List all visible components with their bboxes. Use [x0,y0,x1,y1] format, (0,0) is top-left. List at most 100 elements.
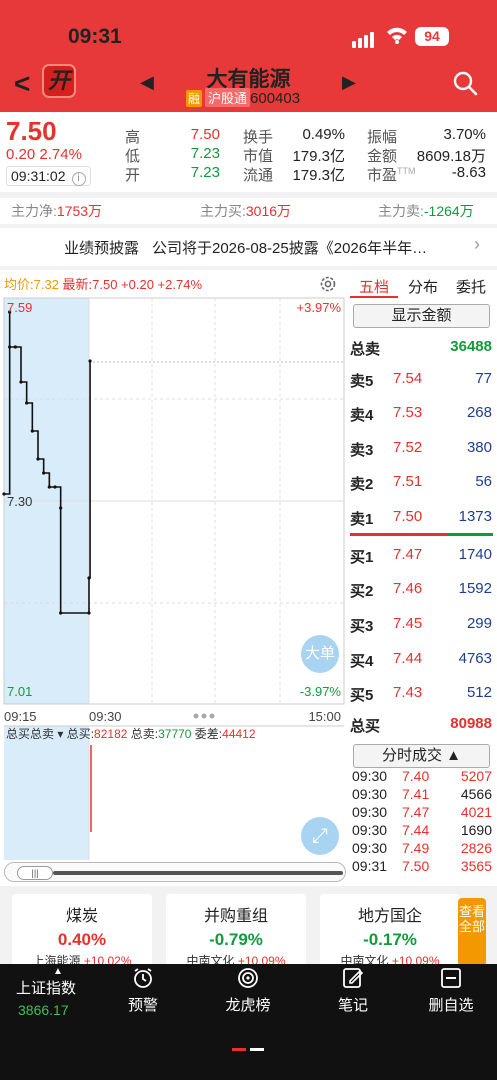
status-bar: 09:31 94 [0,0,497,64]
ask-label: 卖2 [350,476,374,493]
sector-change: -0.79% [209,930,263,949]
ask-volume: 77 [475,370,492,387]
stat-value: 179.3亿 [292,167,345,184]
toolbar-item-label: 龙虎榜 [225,997,271,1014]
signal-icon [352,30,376,48]
sector-name: 地方国企 [357,908,422,925]
stock-subtitle: 融沪股通 600403 [186,88,300,107]
ask-price: 7.53 [393,404,423,421]
bid-label: 买2 [350,583,374,600]
toolbar-item[interactable]: 龙虎榜 [203,966,293,1015]
tick-price: 7.47 [402,804,430,820]
ask-volume: 1373 [458,508,492,525]
trade-open-button[interactable]: 开 [42,64,76,98]
sector-card[interactable]: 并购重组 -0.79% 中南文化 +10.09% [166,894,306,968]
stat-label: 振幅 [367,129,398,146]
toolbar-item-label: 删自选 [428,997,474,1014]
y-tick-label: +3.97% [297,300,342,315]
ask-price: 7.51 [393,473,423,490]
bid-volume: 512 [466,684,492,701]
quote-time: 09:31:02 i [6,166,91,186]
stat-value: 3.70% [443,126,486,143]
tab-underline [350,296,398,298]
ask-volume: 380 [466,439,492,456]
intraday-chart[interactable]: 均价:7.32 最新:7.50 +0.20 +2.74% 7.59 7.30 7.0… [0,270,346,860]
depth-tab[interactable]: 五档 [359,276,389,297]
sector-card[interactable]: 煤炭 0.40% 上海能源 +10.02% [12,894,152,968]
see-all-button[interactable]: 查看全部 [458,898,486,966]
chart-scrollbar[interactable]: ||| [4,862,346,882]
sector-name: 煤炭 [65,908,98,925]
info-icon[interactable]: i [71,172,86,186]
index-ticker[interactable]: ▲ 上证指数 [16,966,76,998]
intraday-chart-panel[interactable]: 均价:7.32 最新:7.50 +0.20 +2.74% 7.59 7.30 7.0… [0,270,346,860]
toolbar-item[interactable]: 预警 [98,966,188,1015]
tick-price: 7.41 [402,786,430,802]
x-tick-label: 09:30 [89,709,122,724]
sector-card[interactable]: 地方国企 -0.17% 中南文化 +10.09% [320,894,460,968]
stat-label: 开 [125,167,141,184]
depth-tab[interactable]: 委托 [456,276,486,297]
search-icon[interactable] [452,70,478,101]
toolbar-item[interactable]: 删自选 [406,966,496,1015]
bid-volume: 1592 [458,580,492,597]
news-headline[interactable]: 公司将于2026-08-25披露《2026年半年… [152,237,427,258]
news-bar[interactable]: 消息速递 3 业绩预披露 公司将于2026-08-25披露《2026年半年… › [0,228,497,488]
tick-volume: 4566 [460,786,492,802]
toolbar-item-label: 笔记 [337,997,368,1014]
bid-price: 7.44 [393,650,423,667]
scroll-handle[interactable]: ||| [17,866,53,880]
stock-code: 600403 [250,90,301,107]
stat-label: 市值 [243,148,274,165]
bid-label: 买5 [350,687,374,704]
tick-trades-button[interactable]: 分时成交 ▲ [353,744,490,768]
stat-value: 0.49% [302,126,345,143]
back-icon[interactable]: < [14,68,30,100]
stat-value: 8609.18万 [416,148,486,165]
x-tick-label: 15:00 [308,709,341,724]
expand-icon[interactable]: ⤢ [301,817,339,855]
total-sell-label: 总卖 [350,341,381,358]
sector-change: 0.40% [57,930,107,949]
total-buy-value: 80988 [450,715,492,732]
bid-label: 买4 [350,653,374,670]
toolbar-item[interactable]: 笔记 [308,966,398,1015]
tick-time: 09:31 [352,858,388,874]
battery-indicator: 94 [415,27,449,46]
bid-price: 7.47 [393,546,423,563]
ask-label: 卖5 [350,373,374,390]
stat-label: 高 [125,129,141,146]
stat-value: 7.50 [190,126,220,143]
ask-price: 7.50 [393,508,423,525]
caret-up-icon: ▲ [446,747,462,764]
y-tick-label: -3.97% [300,684,342,699]
remove-watchlist-icon [406,966,496,990]
page-dot [201,713,207,719]
total-buy-label: 总买 [350,718,381,735]
main-net-flow: 主力净:1753万 [11,203,103,219]
big-order-button[interactable]: 大单 [301,635,339,673]
stat-label: 市盈TTM [367,166,416,184]
wifi-icon [386,26,408,49]
stat-value: -8.63 [451,164,486,181]
ask-volume: 268 [466,404,492,421]
tick-price: 7.40 [402,768,430,784]
news-tag: 业绩预披露 [64,240,140,257]
last-price: 7.50 [6,116,57,146]
y-tick-label: 7.30 [7,494,32,509]
tick-time: 09:30 [352,768,388,784]
depth-tab[interactable]: 分布 [408,276,438,297]
settings-icon[interactable] [318,274,338,299]
chart-legend: 均价:7.32 最新:7.50 +0.20 +2.74% [4,277,202,292]
stat-label: 金额 [367,148,398,165]
capital-flow-row: 主力净:1753万 主力买:3016万 主力卖:-1264万 [0,198,497,224]
caret-up-icon: ▲ [53,966,63,977]
y-tick-label: 7.01 [7,684,32,699]
bid-label: 买3 [350,618,374,635]
next-stock-icon[interactable]: ▶ [342,72,356,93]
show-amount-button[interactable]: 显示金额 [353,304,490,328]
ask-volume: 56 [475,473,492,490]
index-value: 3866.17 [18,1002,69,1018]
clock: 09:31 [68,25,122,48]
tick-volume: 5207 [460,768,492,784]
